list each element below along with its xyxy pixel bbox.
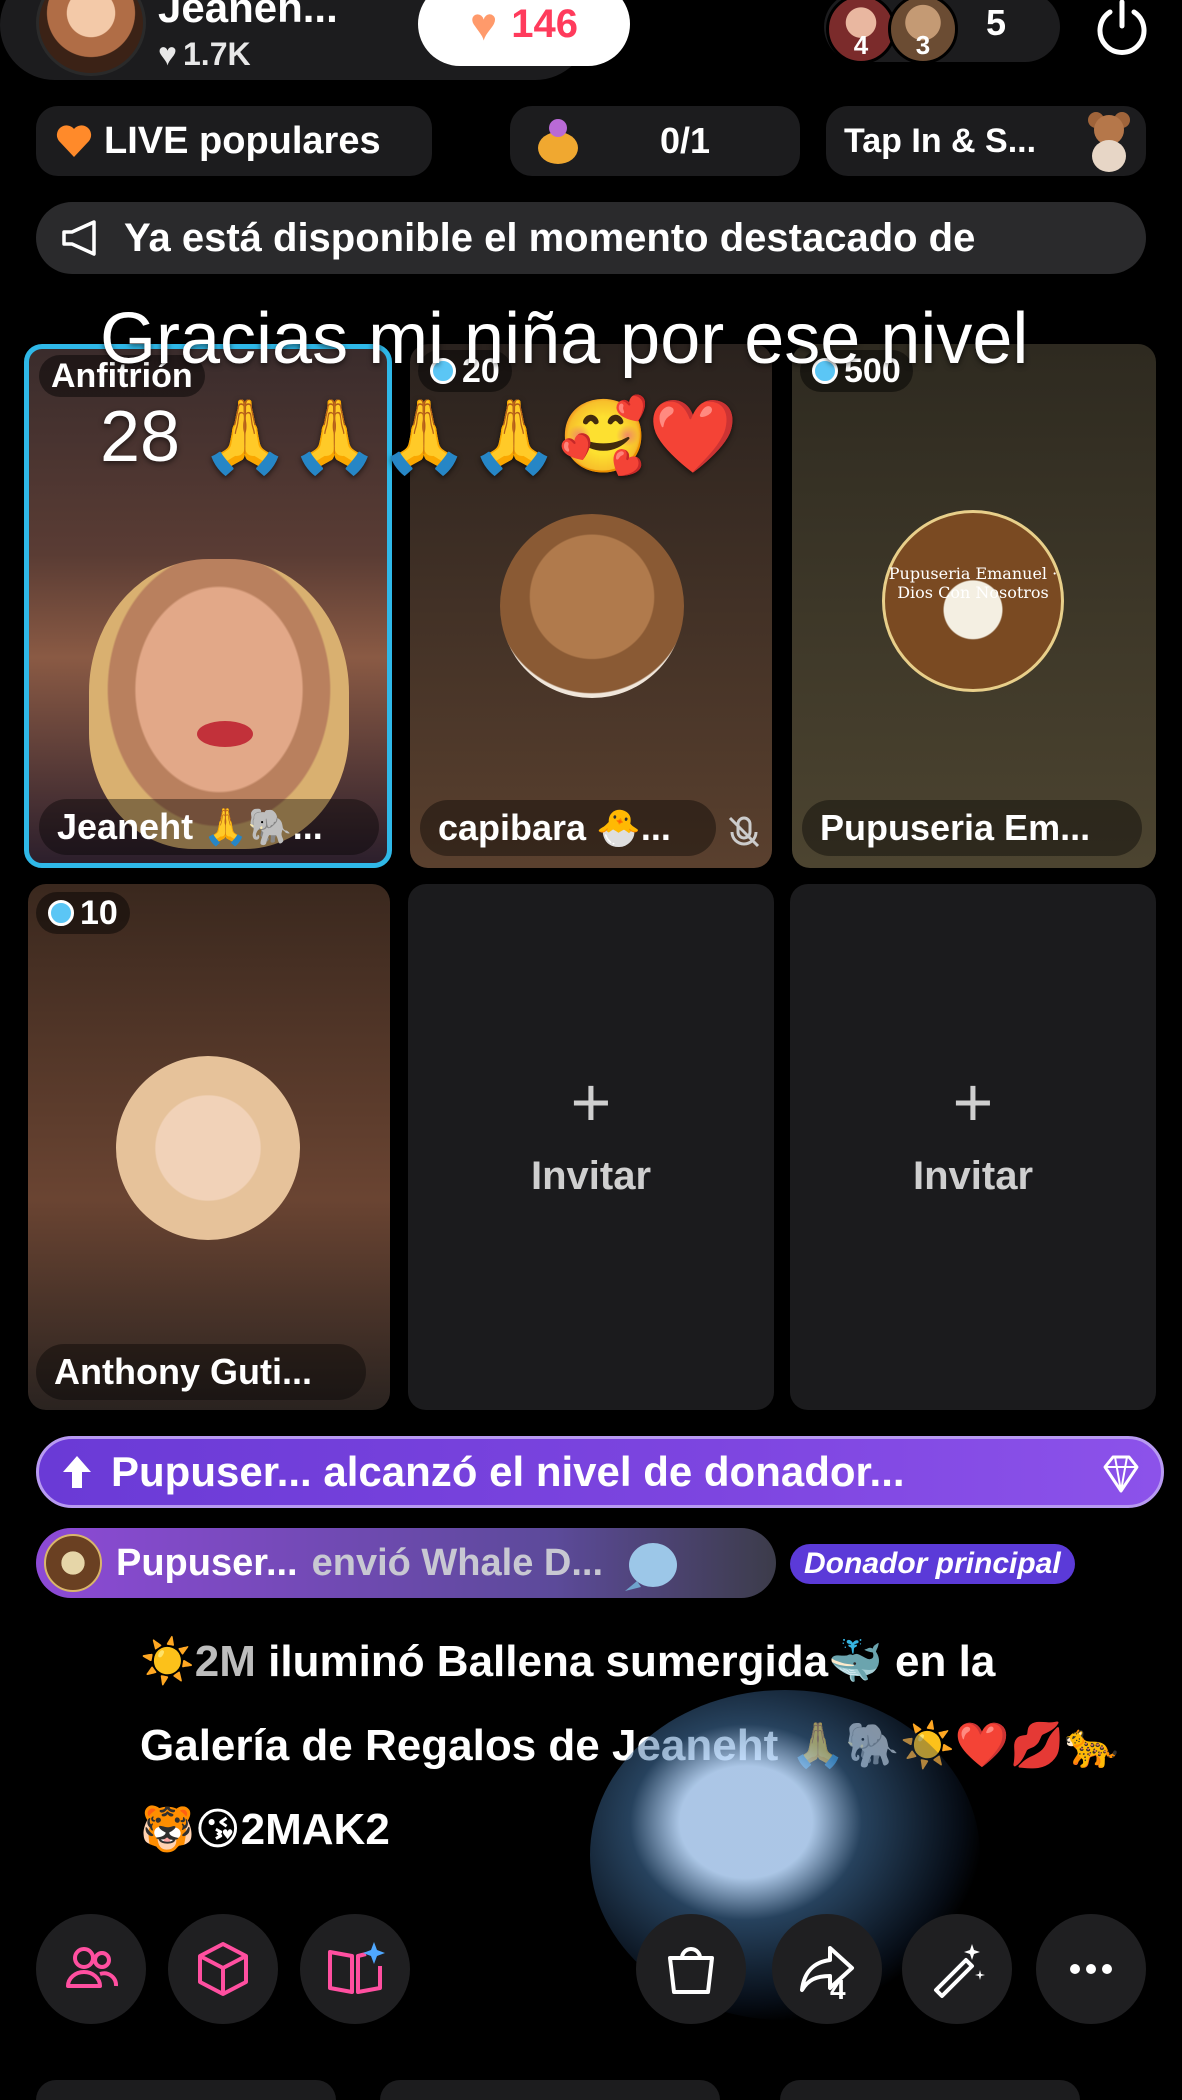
cell-name-tag: Pupuseria Em... [802,800,1142,856]
pupuseria-logo-text: Pupuseria Emanuel · Dios Con Nosotros [888,564,1058,602]
invite-label: Invitar [530,1154,652,1198]
share-icon [800,1946,854,1992]
bag-icon [668,1947,714,1994]
heart-icon [56,125,92,157]
announcement-banner[interactable]: Ya está disponible el momento destacado … [36,202,1146,274]
gift-sent-banner[interactable]: Pupuser... envió Whale D... [36,1528,776,1598]
arrow-up-icon [63,1456,91,1488]
heart-icon: ♥ [469,0,498,50]
beauty-button[interactable] [902,1914,1012,2024]
live-popular-label: LIVE populares [104,119,381,162]
host-lips [197,721,253,747]
more-icon [1070,1964,1112,1974]
follow-heart-button[interactable]: ♥ 146 [418,0,630,66]
live-popular-button[interactable]: LIVE populares [36,106,432,176]
teddy-bear-icon [1088,112,1130,172]
megaphone-icon [62,220,96,256]
mic-off-icon [728,816,760,848]
cell-name: Jeaneht 🙏🐘... [57,806,323,847]
viewer-count[interactable]: 5 [986,2,1006,44]
task-progress: 0/1 [659,120,711,161]
effects-button[interactable] [168,1914,278,2024]
bottom-bar-stub [36,2080,336,2100]
host-caption: Gracias mi niña por ese nivel 28 🙏🙏🙏🙏🥰❤️ [100,299,1029,477]
top-donor-badge: Donador principal [790,1544,1075,1584]
magic-wand-icon [934,1944,985,1998]
sender-name: Pupuser... [116,1541,298,1584]
cell-name: Anthony Guti... [54,1351,312,1392]
host-name[interactable]: Jeaneh... [158,0,338,32]
cell-name: capibara 🐣... [438,807,671,848]
tap-in-pill[interactable]: Tap In & S... [826,106,1146,176]
cube-icon [198,1942,248,1996]
viewer-rank: 4 [853,30,869,60]
book-sparkle-icon [328,1942,385,1994]
host-likes-count: 1.7K [183,36,251,72]
more-button[interactable] [1036,1914,1146,2024]
cell-name-tag: capibara 🐣... [420,800,716,856]
hands-avatar [116,1056,300,1240]
people-icon [66,1947,118,1988]
share-count: 4 [830,1974,846,2005]
diamond-icon [1103,1455,1139,1493]
level-value: 10 [80,893,118,932]
plus-icon: + [952,1063,994,1141]
sun-emoji: ☀️ [140,1637,195,1686]
guests-button[interactable] [36,1914,146,2024]
level-star-icon [48,900,74,926]
invite-label: Invitar [912,1154,1034,1198]
host-likes: ♥ 1.7K [158,36,251,73]
tap-in-label: Tap In & S... [844,121,1037,160]
invite-slot[interactable]: + Invitar [790,884,1156,1410]
heart-count: 146 [511,1,579,46]
heart-icon: ♥ [158,36,177,72]
donor-level-text: Pupuser... alcanzó el nivel de donador..… [111,1448,905,1495]
sender-avatar [44,1534,102,1592]
power-icon[interactable] [1090,0,1154,58]
gift-bag-icon [538,119,578,164]
viewer-rank: 3 [915,30,931,60]
cell-name-tag: Jeaneht 🙏🐘... [39,799,379,855]
bottom-bar-stub [780,2080,1080,2100]
capybara-avatar [500,514,684,698]
invite-slot[interactable]: + Invitar [408,884,774,1410]
task-progress-pill[interactable]: 0/1 [510,106,800,176]
plus-icon: + [570,1063,612,1141]
announcement-text: Ya está disponible el momento destacado … [124,215,976,260]
donor-level-banner[interactable]: Pupuser... alcanzó el nivel de donador..… [36,1436,1164,1508]
share-button[interactable] [772,1914,882,2024]
gift-sent-text: envió Whale D... [311,1541,604,1584]
cell-name: Pupuseria Em... [820,807,1091,848]
comment-user[interactable]: 2M [195,1637,256,1686]
guide-button[interactable] [300,1914,410,2024]
cell-name-tag: Anthony Guti... [36,1344,366,1400]
level-tag: 10 [36,892,130,934]
guest-cell-anthony[interactable]: 10 Anthony Guti... [28,884,390,1410]
shop-button[interactable] [636,1914,746,2024]
bottom-bar-stub [380,2080,720,2100]
whale-gift-icon [625,1543,678,1591]
